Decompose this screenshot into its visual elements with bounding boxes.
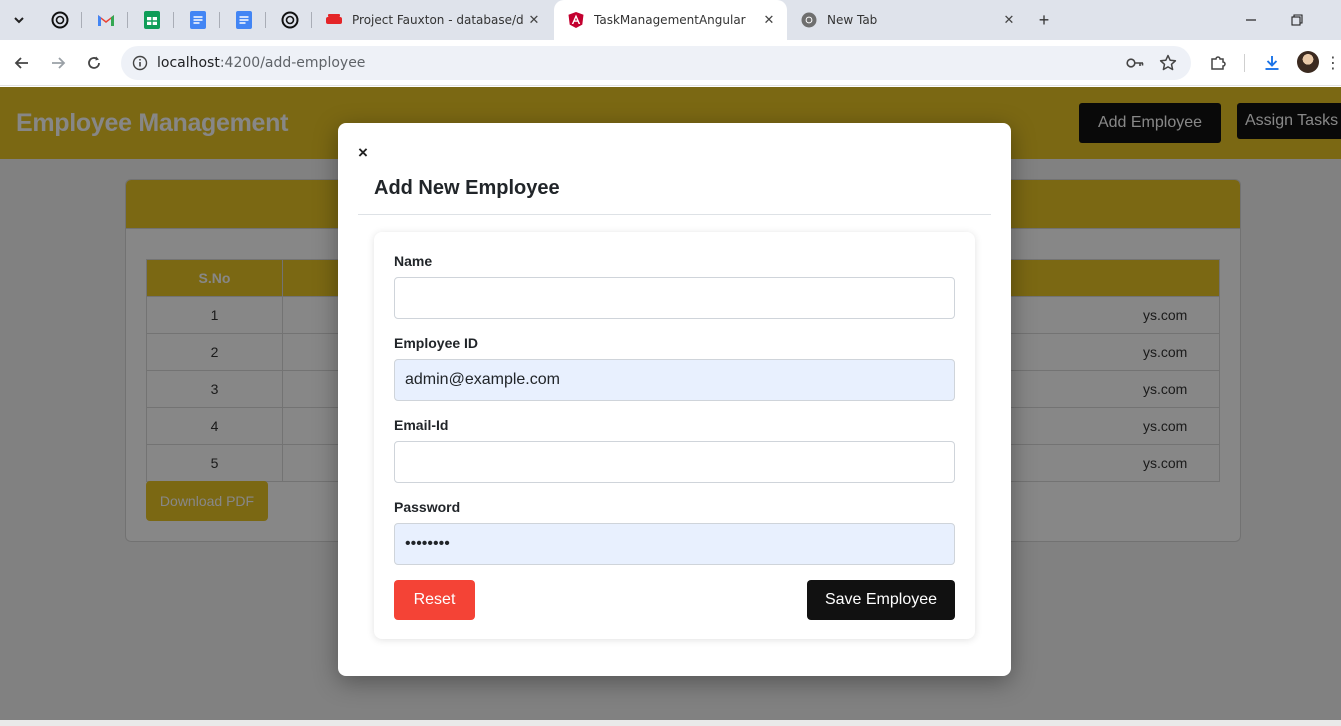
browser-menu-icon[interactable]: ⋮ (1325, 54, 1341, 74)
pinned-tab-docs[interactable] (187, 9, 209, 31)
email-input[interactable] (394, 441, 955, 483)
close-icon[interactable]: × (355, 144, 371, 162)
tab-separator (81, 12, 82, 28)
name-label: Name (394, 253, 433, 269)
toolbar-separator (1244, 54, 1245, 72)
modal-title: Add New Employee (374, 177, 560, 199)
chevron-down-icon (14, 17, 24, 24)
tab-task-management[interactable]: TaskManagementAngular ✕ (554, 0, 787, 40)
tab-title: New Tab (827, 13, 878, 27)
tab-title: TaskManagementAngular (594, 13, 746, 27)
pinned-tab-docs-2[interactable] (233, 9, 255, 31)
tab-new-tab[interactable]: New Tab ✕ (787, 0, 1027, 40)
tab-separator (173, 12, 174, 28)
restore-icon (1291, 14, 1303, 26)
page-content: Employee Management Add Employee Assign … (0, 87, 1341, 720)
openai-icon (281, 11, 299, 29)
gmail-icon (98, 15, 114, 26)
save-employee-button[interactable]: Save Employee (807, 580, 955, 620)
angular-icon (568, 12, 584, 28)
restore-button[interactable] (1282, 6, 1312, 34)
name-input[interactable] (394, 277, 955, 319)
sheets-icon (144, 11, 160, 29)
pinned-tab-gmail[interactable] (95, 9, 117, 31)
tab-separator (265, 12, 266, 28)
tab-title: Project Fauxton - database/den (352, 13, 524, 27)
forward-button[interactable] (45, 50, 71, 76)
chrome-icon (801, 12, 817, 28)
downloads-button[interactable] (1260, 51, 1284, 75)
tab-separator (127, 12, 128, 28)
extensions-button[interactable] (1206, 51, 1230, 75)
add-employee-modal: × Add New Employee Name Employee ID Emai… (338, 123, 1011, 676)
address-bar[interactable]: localhost:4200/add-employee (121, 46, 1191, 80)
minimize-button[interactable] (1236, 6, 1266, 34)
employee-id-input[interactable] (394, 359, 955, 401)
reload-icon (88, 56, 100, 69)
tab-strip: Project Fauxton - database/den ✕ TaskMan… (0, 0, 1341, 40)
password-input[interactable] (394, 523, 955, 565)
close-tab-icon[interactable]: ✕ (524, 10, 544, 30)
arrow-left-icon (14, 57, 28, 69)
openai-icon (51, 11, 69, 29)
download-icon (1265, 56, 1279, 70)
tab-search-button[interactable] (6, 7, 32, 33)
arrow-right-icon (52, 57, 66, 69)
pinned-tab-openai[interactable] (49, 9, 71, 31)
docs-icon (190, 11, 206, 29)
site-info-icon[interactable] (131, 54, 149, 72)
couchdb-icon (326, 12, 342, 28)
profile-avatar[interactable] (1297, 51, 1319, 73)
plus-icon: + (1038, 9, 1050, 30)
pinned-tab-openai-2[interactable] (279, 9, 301, 31)
back-button[interactable] (9, 50, 35, 76)
docs-icon (236, 11, 252, 29)
browser-toolbar: localhost:4200/add-employee ⋮ (0, 40, 1341, 86)
employee-id-label: Employee ID (394, 335, 479, 351)
tab-project-fauxton[interactable]: Project Fauxton - database/den ✕ (312, 0, 552, 40)
url-text[interactable]: localhost:4200/add-employee (157, 55, 365, 71)
bookmark-star-icon[interactable] (1158, 53, 1178, 73)
url-host: localhost (157, 55, 220, 71)
password-key-icon[interactable] (1125, 53, 1145, 73)
window-bottom-edge (0, 720, 1341, 726)
reset-button[interactable]: Reset (394, 580, 475, 620)
close-tab-icon[interactable]: ✕ (759, 10, 779, 30)
reload-button[interactable] (81, 50, 107, 76)
url-path: :4200/add-employee (219, 55, 366, 71)
tab-separator (219, 12, 220, 28)
email-label: Email-Id (394, 417, 449, 433)
new-tab-button[interactable]: + (1032, 9, 1056, 31)
puzzle-icon (1211, 56, 1226, 70)
pinned-tab-sheets[interactable] (141, 9, 163, 31)
password-label: Password (394, 499, 461, 515)
divider (358, 214, 991, 215)
minimize-icon (1246, 19, 1256, 21)
employee-form: Name Employee ID Email-Id Password Reset… (374, 232, 975, 639)
close-tab-icon[interactable]: ✕ (999, 10, 1019, 30)
